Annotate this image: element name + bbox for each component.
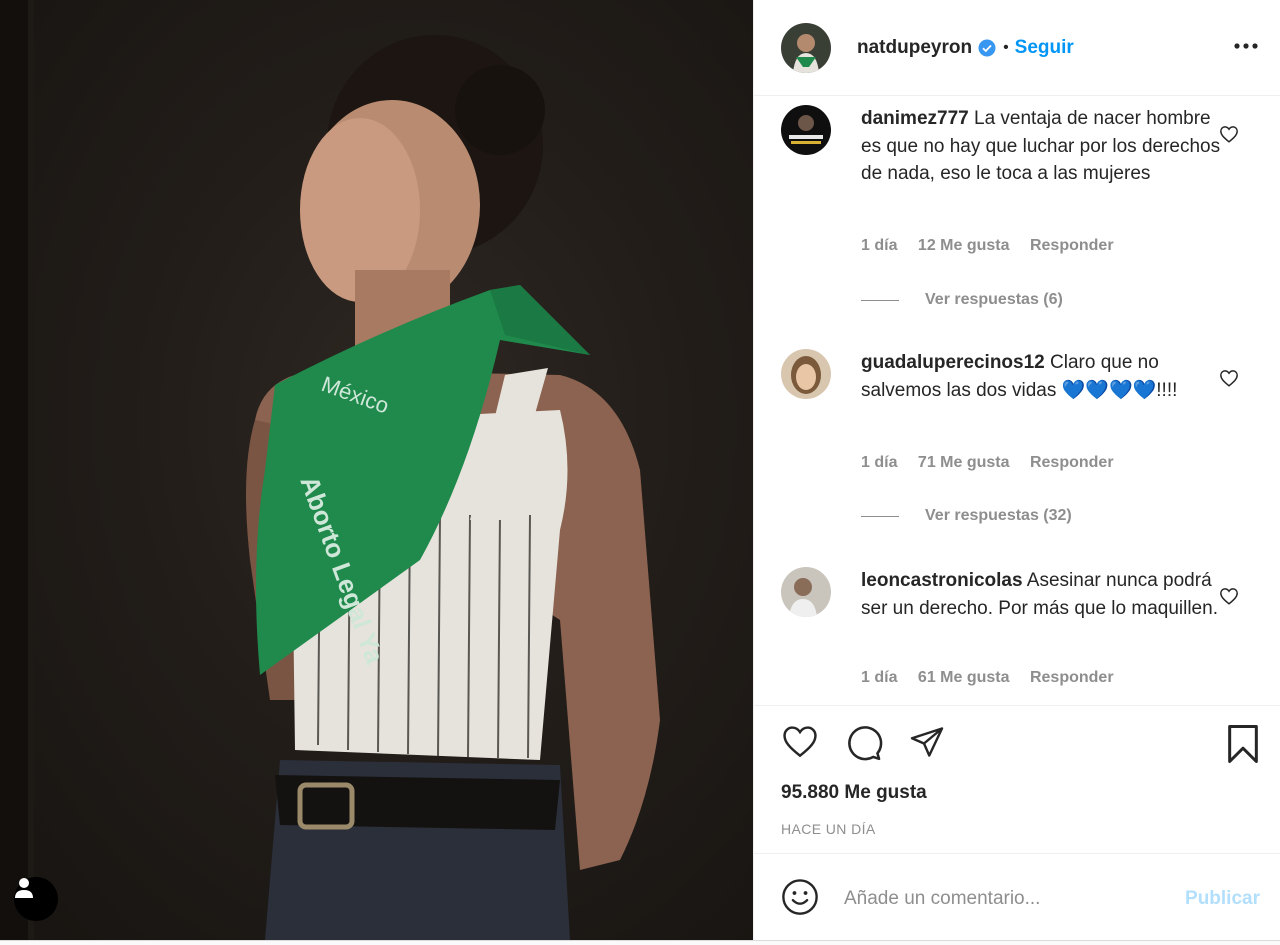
comment-like-heart-icon[interactable] bbox=[1219, 125, 1239, 148]
comment-body: leoncastronicolas Asesinar nunca podrá s… bbox=[861, 567, 1221, 622]
comment-bubble-icon[interactable] bbox=[845, 724, 883, 767]
view-replies-label: Ver respuestas (32) bbox=[925, 507, 1072, 524]
view-replies-button[interactable]: Ver respuestas (32) bbox=[861, 507, 1072, 525]
like-heart-icon[interactable] bbox=[781, 724, 819, 763]
commenter-avatar[interactable] bbox=[781, 349, 831, 399]
post-header: natdupeyron • Seguir bbox=[754, 0, 1280, 96]
replies-divider bbox=[861, 299, 899, 301]
comment-likes[interactable]: 61 Me gusta bbox=[918, 669, 1010, 686]
view-replies-button[interactable]: Ver respuestas (6) bbox=[861, 291, 1063, 309]
comment-like-heart-icon[interactable] bbox=[1219, 587, 1239, 610]
comment-input[interactable] bbox=[844, 882, 1164, 916]
post-photo[interactable]: México Aborto Legal Ya bbox=[0, 0, 753, 940]
comment-meta: 1 día 12 Me gusta Responder bbox=[861, 237, 1130, 255]
post-panel: natdupeyron • Seguir danimez777 La venta… bbox=[753, 0, 1280, 940]
comment-age: 1 día bbox=[861, 669, 898, 686]
reply-button[interactable]: Responder bbox=[1030, 454, 1114, 471]
commenter-username[interactable]: guadaluperecinos12 bbox=[861, 352, 1045, 373]
likes-count[interactable]: 95.880 Me gusta bbox=[781, 782, 927, 804]
comments-list[interactable]: danimez777 La ventaja de nacer hombre es… bbox=[754, 97, 1280, 705]
comment-meta: 1 día 71 Me gusta Responder bbox=[861, 454, 1130, 472]
commenter-avatar-image bbox=[781, 349, 831, 399]
comment-age: 1 día bbox=[861, 237, 898, 254]
comment-meta: 1 día 61 Me gusta Responder bbox=[861, 669, 1130, 687]
header-separator: • bbox=[1003, 38, 1009, 56]
author-avatar-image bbox=[781, 22, 831, 73]
save-bookmark-icon[interactable] bbox=[1226, 724, 1260, 769]
author-username[interactable]: natdupeyron bbox=[857, 37, 972, 59]
post-timestamp: HACE UN DÍA bbox=[781, 821, 876, 837]
verified-badge-icon bbox=[978, 39, 996, 57]
smiley-icon[interactable] bbox=[781, 878, 819, 921]
view-replies-label: Ver respuestas (6) bbox=[925, 291, 1063, 308]
page-bottom-edge bbox=[0, 940, 1280, 945]
reply-button[interactable]: Responder bbox=[1030, 669, 1114, 686]
follow-button[interactable]: Seguir bbox=[1015, 37, 1074, 59]
reply-button[interactable]: Responder bbox=[1030, 237, 1114, 254]
share-paper-plane-icon[interactable] bbox=[908, 724, 946, 765]
commenter-avatar[interactable] bbox=[781, 105, 831, 155]
person-icon bbox=[15, 878, 33, 898]
replies-divider bbox=[861, 515, 899, 517]
comment-composer: Publicar bbox=[754, 853, 1280, 940]
comment-like-heart-icon[interactable] bbox=[1219, 369, 1239, 392]
commenter-avatar-image bbox=[781, 105, 831, 155]
comment-likes[interactable]: 71 Me gusta bbox=[918, 454, 1010, 471]
comment-body: guadaluperecinos12 Claro que no salvemos… bbox=[861, 349, 1221, 404]
more-horizontal-icon[interactable] bbox=[1234, 36, 1258, 54]
commenter-username[interactable]: leoncastronicolas bbox=[861, 570, 1023, 591]
commenter-avatar-image bbox=[781, 567, 831, 617]
comment-age: 1 día bbox=[861, 454, 898, 471]
photo-illustration: México Aborto Legal Ya bbox=[0, 0, 660, 940]
comment-likes[interactable]: 12 Me gusta bbox=[918, 237, 1010, 254]
post-actions: 95.880 Me gusta HACE UN DÍA bbox=[754, 705, 1280, 853]
commenter-username[interactable]: danimez777 bbox=[861, 108, 969, 129]
user-tag-button[interactable] bbox=[14, 877, 58, 921]
comment-body: danimez777 La ventaja de nacer hombre es… bbox=[861, 105, 1221, 188]
author-avatar[interactable] bbox=[781, 22, 831, 73]
publish-button[interactable]: Publicar bbox=[1185, 888, 1260, 910]
commenter-avatar[interactable] bbox=[781, 567, 831, 617]
